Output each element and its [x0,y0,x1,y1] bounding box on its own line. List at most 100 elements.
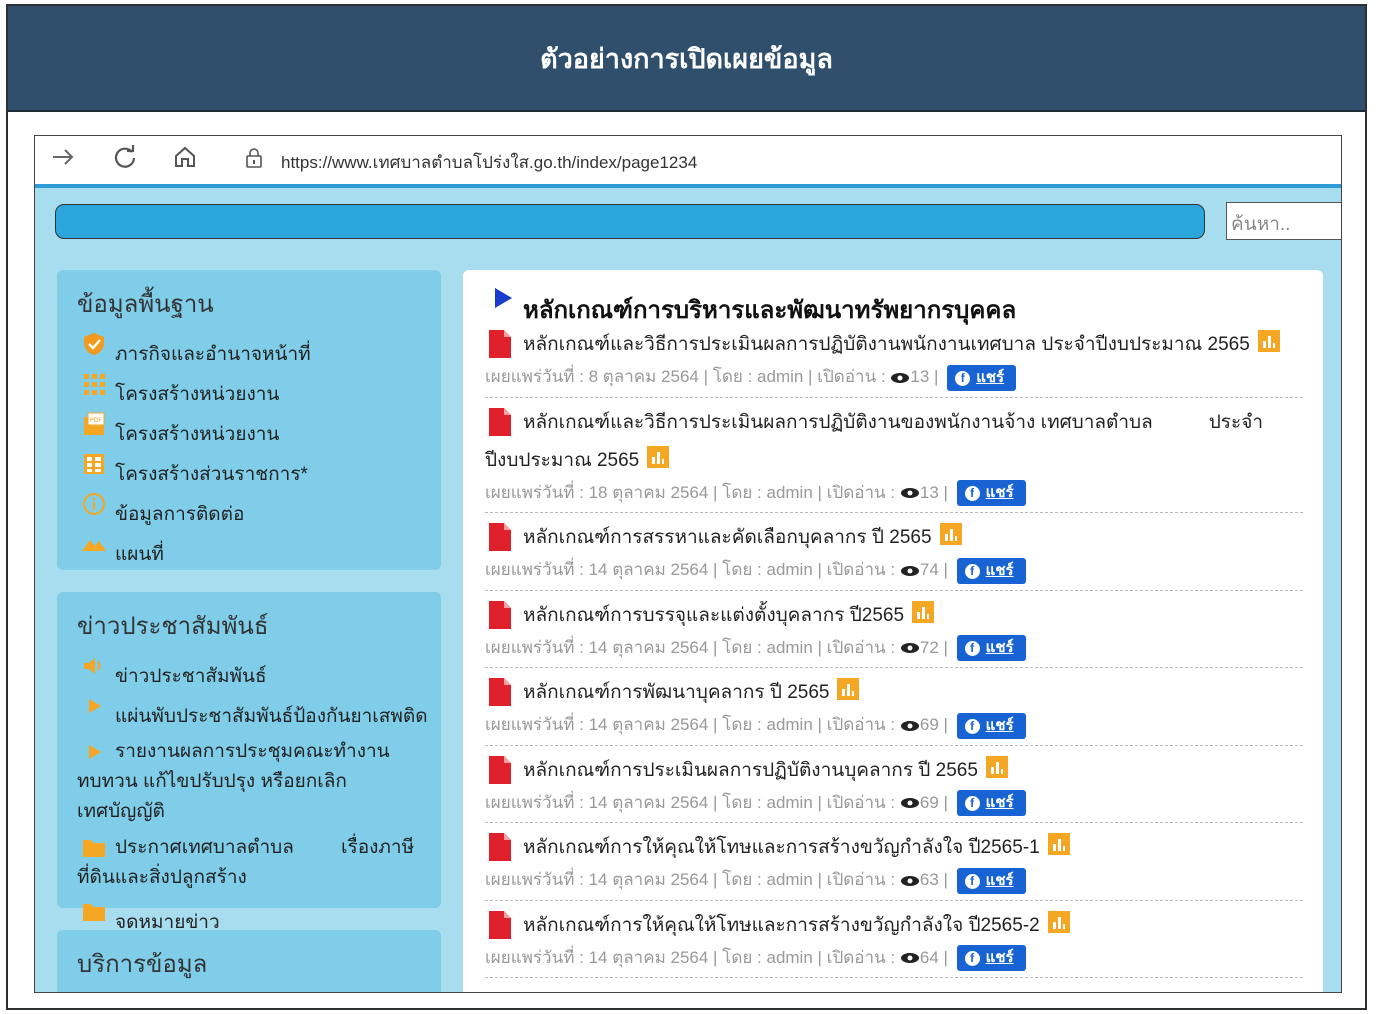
sidebar-item-label-line2: ที่ดินและสิ่งปลูกสร้าง [77,867,247,888]
document-entry: หลักเกณฑ์และวิธีการประเมินผลการปฏิบัติงา… [485,404,1303,514]
bar-chart-icon[interactable] [1257,330,1280,352]
bar-chart-icon[interactable] [1047,910,1070,933]
pdf-file-icon [489,407,511,436]
document-title[interactable]: หลักเกณฑ์การให้คุณให้โทษและการสร้างขวัญก… [523,915,1040,936]
navigation-bar[interactable] [55,204,1205,239]
document-meta-text: เผยแพร่วันที่ : 14 ตุลาคม 2564 | โดย : a… [485,715,896,735]
sidebar-item-label: ข่าวประชาสัมพันธ์ [115,666,267,687]
pdf-file-icon [489,523,511,552]
share-button[interactable]: f แชร์ [956,712,1026,739]
sidebar-item-structure-pdf[interactable]: PDF โครงสร้างหน่วยงาน [57,409,441,449]
sidebar-item-label: ประกาศเทศบาลตำบล [115,837,294,858]
pdf-file-icon [489,330,511,358]
document-meta: เผยแพร่วันที่ : 14 ตุลาคม 2564 | โดย : a… [485,712,1303,739]
facebook-icon: f [955,370,971,386]
reload-icon[interactable] [111,144,139,172]
sidebar-item-meeting-report[interactable]: รายงานผลการประชุมคณะทำงาน ทบทวน แก้ไขปรั… [57,731,441,827]
document-title-row[interactable]: หลักเกณฑ์และวิธีการประเมินผลการปฏิบัติงา… [485,326,1303,364]
share-button[interactable]: f แชร์ [956,867,1026,894]
document-title[interactable]: หลักเกณฑ์และวิธีการประเมินผลการปฏิบัติงา… [523,412,1153,433]
share-button[interactable]: f แชร์ [956,480,1026,507]
document-title-row[interactable]: หลักเกณฑ์และวิธีการประเมินผลการปฏิบัติงา… [485,404,1303,442]
view-count: 74 [919,560,939,580]
share-label: แชร์ [985,716,1014,734]
pdf-file-icon [489,600,511,629]
document-title-row[interactable]: หลักเกณฑ์การให้คุณให้โทษและการสร้างขวัญก… [485,829,1303,867]
document-title-row[interactable]: หลักเกณฑ์การให้คุณให้โทษและการสร้างขวัญก… [485,907,1303,945]
document-title[interactable]: หลักเกณฑ์การบรรจุและแต่งตั้งบุคลากร ปี25… [523,605,904,626]
document-title-line2[interactable]: ปีงบประมาณ 2565 [485,450,639,471]
bar-chart-icon[interactable] [647,445,670,468]
document-entry: หลักเกณฑ์การสรรหาและคัดเลือกบุคลากร ปี 2… [485,519,1303,591]
share-button[interactable]: f แชร์ [956,635,1026,662]
sidebar-item-map[interactable]: แผนที่ [57,529,441,569]
share-label: แชร์ [985,871,1014,889]
document-title[interactable]: หลักเกณฑ์การสรรหาและคัดเลือกบุคลากร ปี 2… [523,527,932,548]
bar-chart-icon[interactable] [1047,833,1070,856]
document-meta-text: เผยแพร่วันที่ : 14 ตุลาคม 2564 | โดย : a… [485,947,896,967]
bar-chart-icon[interactable] [837,678,860,701]
document-meta-text: เผยแพร่วันที่ : 14 ตุลาคม 2564 | โดย : a… [485,560,896,580]
sidebar-item-label: แผนที่ [115,544,164,565]
share-button[interactable]: f แชร์ [947,364,1017,391]
share-label: แชร์ [985,949,1014,967]
forward-icon[interactable] [49,144,77,172]
document-title-row2[interactable]: ปีงบประมาณ 2565 [485,442,1303,480]
share-label: แชร์ [985,794,1014,812]
document-title[interactable]: หลักเกณฑ์การให้คุณให้โทษและการสร้างขวัญก… [523,837,1040,858]
folder-icon [83,904,105,921]
search-input[interactable]: ค้นหา.. [1226,202,1341,240]
sidebar-item-label: แผ่นพับประชาสัมพันธ์ป้องกันยาเสพติด [115,706,428,727]
sidebar-item-brochure[interactable]: แผ่นพับประชาสัมพันธ์ป้องกันยาเสพติด [57,691,441,731]
document-meta: เผยแพร่วันที่ : 14 ตุลาคม 2564 | โดย : a… [485,635,1303,662]
bar-chart-icon[interactable] [912,600,935,623]
url-text[interactable]: https://www.เทศบาลตำบลโปร่งใส.go.th/inde… [281,149,697,176]
share-button[interactable]: f แชร์ [956,557,1026,584]
bar-chart-icon[interactable] [985,755,1008,778]
share-label: แชร์ [985,484,1014,502]
lock-icon [246,148,262,168]
facebook-icon: f [964,718,980,734]
triangle-icon [495,288,512,308]
sidebar-item-structure[interactable]: โครงสร้างหน่วยงาน [57,369,441,409]
sidebar-item-contact[interactable]: ข้อมูลการติดต่อ [57,489,441,529]
document-title[interactable]: หลักเกณฑ์การพัฒนาบุคลากร ปี 2565 [523,682,829,703]
pdf-file-icon: PDF [84,412,105,435]
sidebar-item-gov-structure[interactable]: โครงสร้างส่วนราชการ* [57,449,441,489]
document-entry: หลักเกณฑ์การบรรจุและแต่งตั้งบุคลากร ปี25… [485,597,1303,669]
view-count: 13 [910,367,930,386]
eye-icon [900,488,919,499]
facebook-icon: f [964,796,980,812]
share-button[interactable]: f แชร์ [956,945,1026,972]
sidebar-item-label-b: เรื่องภาษี [341,837,415,858]
info-icon [83,493,105,515]
view-count: 64 [919,947,939,967]
eye-icon [900,720,919,731]
document-meta: เผยแพร่วันที่ : 14 ตุลาคม 2564 | โดย : a… [485,790,1303,817]
document-title-row[interactable]: หลักเกณฑ์การพัฒนาบุคลากร ปี 2565 [485,674,1303,712]
bar-chart-icon[interactable] [939,523,962,546]
sidebar-item-label: โครงสร้างหน่วยงาน [115,424,280,445]
sidebar-item-label-line2: ทบทวน แก้ไขปรับปรุง หรือยกเลิกเทศบัญญัติ [77,771,347,822]
view-count: 69 [919,792,939,812]
share-label: แชร์ [985,561,1014,579]
document-title-row[interactable]: หลักเกณฑ์การสรรหาและคัดเลือกบุคลากร ปี 2… [485,519,1303,557]
mountain-icon [82,540,106,551]
document-meta: เผยแพร่วันที่ : 8 ตุลาคม 2564 | โดย : ad… [485,364,1303,391]
document-meta: เผยแพร่วันที่ : 18 ตุลาคม 2564 | โดย : a… [485,480,1303,507]
sidebar-news: ข่าวประชาสัมพันธ์ ข่าวประชาสัมพันธ์ แผ่น… [57,592,441,933]
share-button[interactable]: f แชร์ [956,790,1026,817]
sidebar-item-label: ภารกิจและอำนาจหน้าที่ [115,344,311,365]
home-icon[interactable] [171,144,199,172]
sidebar-item-news[interactable]: ข่าวประชาสัมพันธ์ [57,651,441,691]
eye-icon [900,953,919,964]
browser-window: https://www.เทศบาลตำบลโปร่งใส.go.th/inde… [34,135,1342,993]
document-title-b[interactable]: ประจำ [1209,412,1263,433]
document-title-row[interactable]: หลักเกณฑ์การประเมินผลการปฏิบัติงานบุคลาก… [485,752,1303,790]
document-title-row[interactable]: หลักเกณฑ์การบรรจุและแต่งตั้งบุคลากร ปี25… [485,597,1303,635]
document-title[interactable]: หลักเกณฑ์การประเมินผลการปฏิบัติงานบุคลาก… [523,760,978,781]
sidebar-item-mission[interactable]: ภารกิจและอำนาจหน้าที่ [57,329,441,369]
eye-icon [900,875,919,886]
sidebar-item-tax-notice[interactable]: ประกาศเทศบาลตำบล เรื่องภาษี ที่ดินและสิ่ง… [57,827,441,893]
document-title[interactable]: หลักเกณฑ์และวิธีการประเมินผลการปฏิบัติงา… [523,334,1250,355]
